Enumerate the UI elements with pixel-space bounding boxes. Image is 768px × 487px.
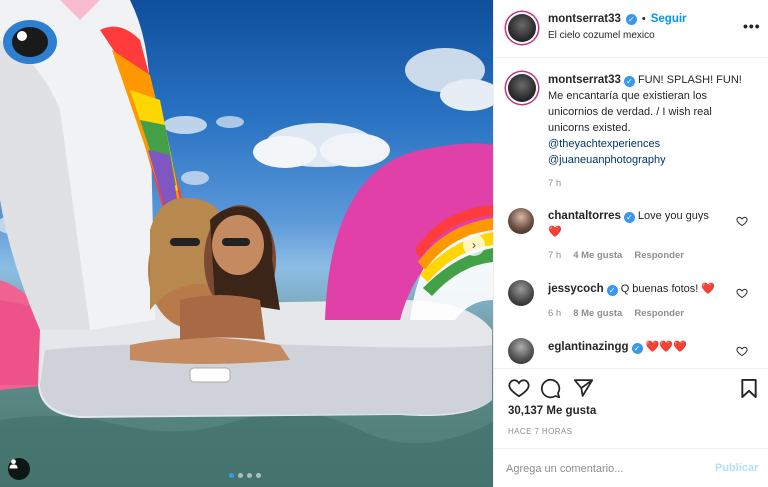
tagged-users-icon (9, 459, 18, 469)
carousel-next-icon: › (472, 238, 476, 252)
mention-link[interactable]: @theyachtexperiences (548, 136, 758, 152)
caption-line: unicornios de verdad. / I wish real (548, 106, 712, 118)
post-side-panel: montserrat33 ✓ • Seguir El cielo cozumel… (493, 0, 768, 487)
commenter-avatar[interactable] (508, 208, 534, 234)
comment-input[interactable] (506, 459, 696, 479)
heart-icon[interactable] (508, 378, 530, 398)
comment-time[interactable]: 7 h (548, 250, 561, 261)
commenter-avatar[interactable] (508, 280, 534, 306)
verified-badge-icon: ✓ (623, 212, 635, 223)
verified-badge-icon: ✓ (623, 76, 635, 87)
post-location[interactable]: El cielo cozumel mexico (548, 30, 655, 41)
caption-line: Me encantaría que existieran los (548, 90, 707, 102)
reply-button[interactable]: Responder (634, 250, 684, 261)
add-comment-form: Publicar (494, 448, 768, 487)
post-timestamp[interactable]: HACE 7 HORAS (508, 427, 572, 436)
verified-badge-icon: ✓ (625, 13, 637, 25)
post-photo[interactable]: › (0, 0, 493, 487)
comment-time[interactable]: 6 h (548, 308, 561, 319)
follow-button[interactable]: Seguir (651, 13, 687, 25)
publish-button[interactable]: Publicar (715, 462, 758, 474)
share-icon[interactable] (573, 378, 594, 398)
comment-username[interactable]: jessycoch (548, 283, 604, 295)
comments-list[interactable]: montserrat33 ✓ FUN! SPLASH! FUN! Me encan… (494, 58, 768, 368)
separator-dot: • (641, 13, 646, 25)
verified-badge-icon: ✓ (631, 343, 643, 354)
comment-likes[interactable]: 8 Me gusta (573, 308, 622, 319)
caption-meta: 7 h (548, 178, 561, 189)
verified-badge-icon: ✓ (606, 285, 618, 296)
carousel-indicator (229, 473, 261, 478)
likes-count[interactable]: 30,137 Me gusta (508, 405, 596, 417)
carousel-next-button[interactable]: › (463, 234, 485, 256)
photo-illustration (0, 0, 493, 487)
caption-avatar[interactable] (508, 74, 536, 102)
caption-line: unicorns existed. (548, 122, 631, 134)
reply-button[interactable]: Responder (634, 308, 684, 319)
caption: montserrat33 ✓ FUN! SPLASH! FUN! Me encan… (548, 72, 758, 168)
carousel-dot (238, 473, 243, 478)
author-username[interactable]: montserrat33 (548, 13, 621, 25)
like-comment-heart-icon[interactable] (736, 215, 748, 227)
commenter-avatar[interactable] (508, 338, 534, 364)
comment-meta: 7 h 4 Me gusta Responder (548, 250, 684, 261)
author-avatar[interactable] (508, 14, 536, 42)
comment-text: Q buenas fotos! ❤️ (620, 283, 716, 295)
comment-text: Love you guys (637, 210, 709, 222)
caption-line: FUN! SPLASH! FUN! (637, 74, 742, 86)
carousel-dot (229, 473, 234, 478)
comment-icon[interactable] (540, 378, 561, 399)
like-comment-heart-icon[interactable] (736, 287, 748, 299)
comment-emoji: ❤️ (548, 226, 562, 238)
caption-time[interactable]: 7 h (548, 178, 561, 189)
tagged-users-button[interactable] (8, 458, 30, 480)
carousel-dot (247, 473, 252, 478)
post-header: montserrat33 ✓ • Seguir El cielo cozumel… (494, 0, 768, 58)
comment-username[interactable]: eglantinazingg (548, 341, 629, 353)
post-actions: 30,137 Me gusta HACE 7 HORAS (494, 368, 768, 448)
comment: jessycoch ✓ Q buenas fotos! ❤️ (548, 281, 728, 297)
bookmark-icon[interactable] (740, 378, 758, 399)
comment-likes[interactable]: 4 Me gusta (573, 250, 622, 261)
comment: chantaltorres ✓ Love you guys ❤️ (548, 208, 728, 240)
caption-username[interactable]: montserrat33 (548, 74, 621, 86)
comment-text: ❤️❤️❤️ (645, 341, 687, 353)
carousel-dot (256, 473, 261, 478)
comment-username[interactable]: chantaltorres (548, 210, 621, 222)
mention-link[interactable]: @juaneuanphotography (548, 152, 758, 168)
comment-meta: 6 h 8 Me gusta Responder (548, 308, 684, 319)
comment: eglantinazingg ✓ ❤️❤️❤️ (548, 339, 728, 355)
more-icon[interactable]: ••• (743, 18, 761, 34)
like-comment-heart-icon[interactable] (736, 345, 748, 357)
